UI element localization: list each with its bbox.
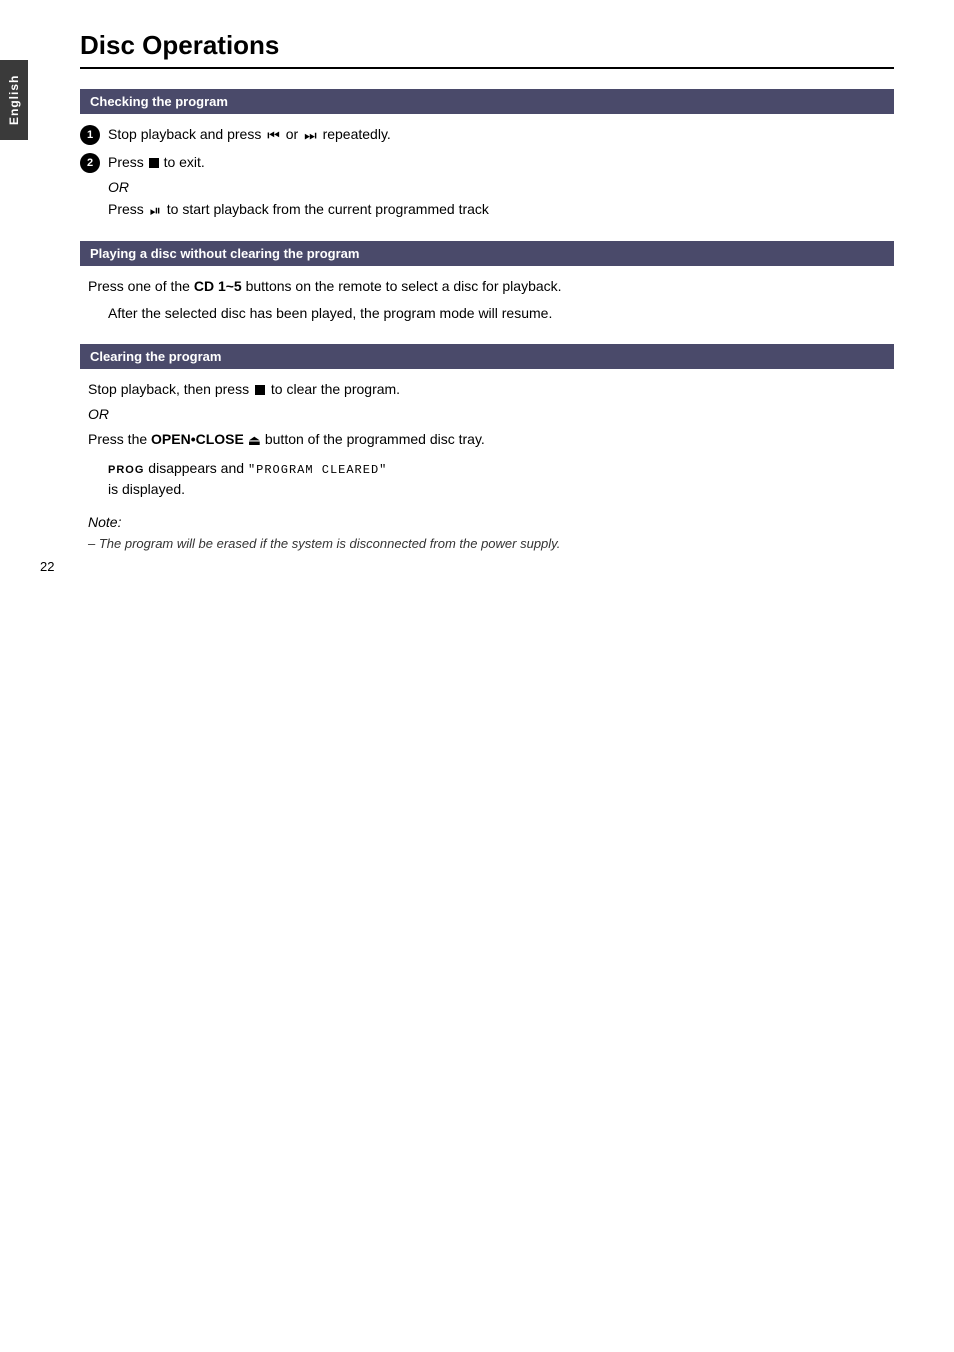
sidebar-label: English [7,75,21,125]
clearing-text2-post: button of the programmed disc tray. [265,431,485,447]
step-1: 1 Stop playback and press ⏮ or ⏭ repeate… [80,124,894,146]
eject-icon: ⏏ [248,431,261,447]
step2-suffix: to exit. [164,154,205,170]
step2-pre: Press [108,154,144,170]
play-pause-icon: ⏯ [150,202,161,218]
checking-header: Checking the program [80,89,894,114]
clearing-post: to clear the program. [271,381,400,397]
playing-header: Playing a disc without clearing the prog… [80,241,894,266]
skip-back-icon: ⏮ [267,127,280,143]
note-text: – The program will be erased if the syst… [88,534,886,554]
clearing-pre: Stop playback, then press [88,381,249,397]
playing-text1: Press one of the CD 1~5 buttons on the r… [88,276,886,297]
stop-icon-2 [255,385,265,395]
stop-icon-1 [149,158,159,168]
clearing-content: Stop playback, then press to clear the p… [80,379,894,501]
clearing-text1: Stop playback, then press to clear the p… [88,379,886,400]
playing-pre: Press one of the [88,278,190,294]
prog-display: "PROGRAM CLEARED" [248,463,387,477]
page-title: Disc Operations [80,30,894,69]
step-number-2: 2 [80,153,100,173]
section-clearing: Clearing the program Stop playback, then… [80,344,894,554]
prog-label: PROG [108,464,144,476]
press-suffix: to start playback from the current progr… [167,201,489,217]
skip-fwd-icon: ⏭ [304,127,317,143]
step1-pre: Stop playback and press [108,126,261,142]
clearing-text2: Press the OPEN•CLOSE ⏏ button of the pro… [88,429,886,451]
page-number: 22 [40,559,54,574]
step-2: 2 Press to exit. [80,152,894,173]
step1-end: repeatedly. [323,126,391,142]
note-block: Note: – The program will be erased if th… [80,514,894,554]
clearing-header: Clearing the program [80,344,894,369]
open-close-label: OPEN•CLOSE [151,431,248,447]
step-2-text: Press to exit. [108,152,894,173]
step1-or: or [286,126,298,142]
prog-text: disappears and [148,460,244,476]
or-label-2: OR [88,404,886,425]
section-playing: Playing a disc without clearing the prog… [80,241,894,324]
press-label: Press [108,201,144,217]
or-label-1: OR [108,179,894,195]
note-title: Note: [88,514,886,530]
press-block: Press ⏯ to start playback from the curre… [108,199,894,221]
playing-content: Press one of the CD 1~5 buttons on the r… [80,276,894,324]
page-container: English Disc Operations Checking the pro… [0,0,954,594]
step-number-1: 1 [80,125,100,145]
section-checking: Checking the program 1 Stop playback and… [80,89,894,221]
clearing-text2-pre: Press the [88,431,147,447]
playing-bold: CD 1~5 [194,278,242,294]
playing-text2: After the selected disc has been played,… [88,303,886,324]
prog-display-line: PROG disappears and "PROGRAM CLEARED" [88,458,886,479]
sidebar-tab: English [0,60,28,140]
prog-end: is displayed. [88,479,886,500]
playing-post: buttons on the remote to select a disc f… [246,278,562,294]
step-1-text: Stop playback and press ⏮ or ⏭ repeatedl… [108,124,894,146]
